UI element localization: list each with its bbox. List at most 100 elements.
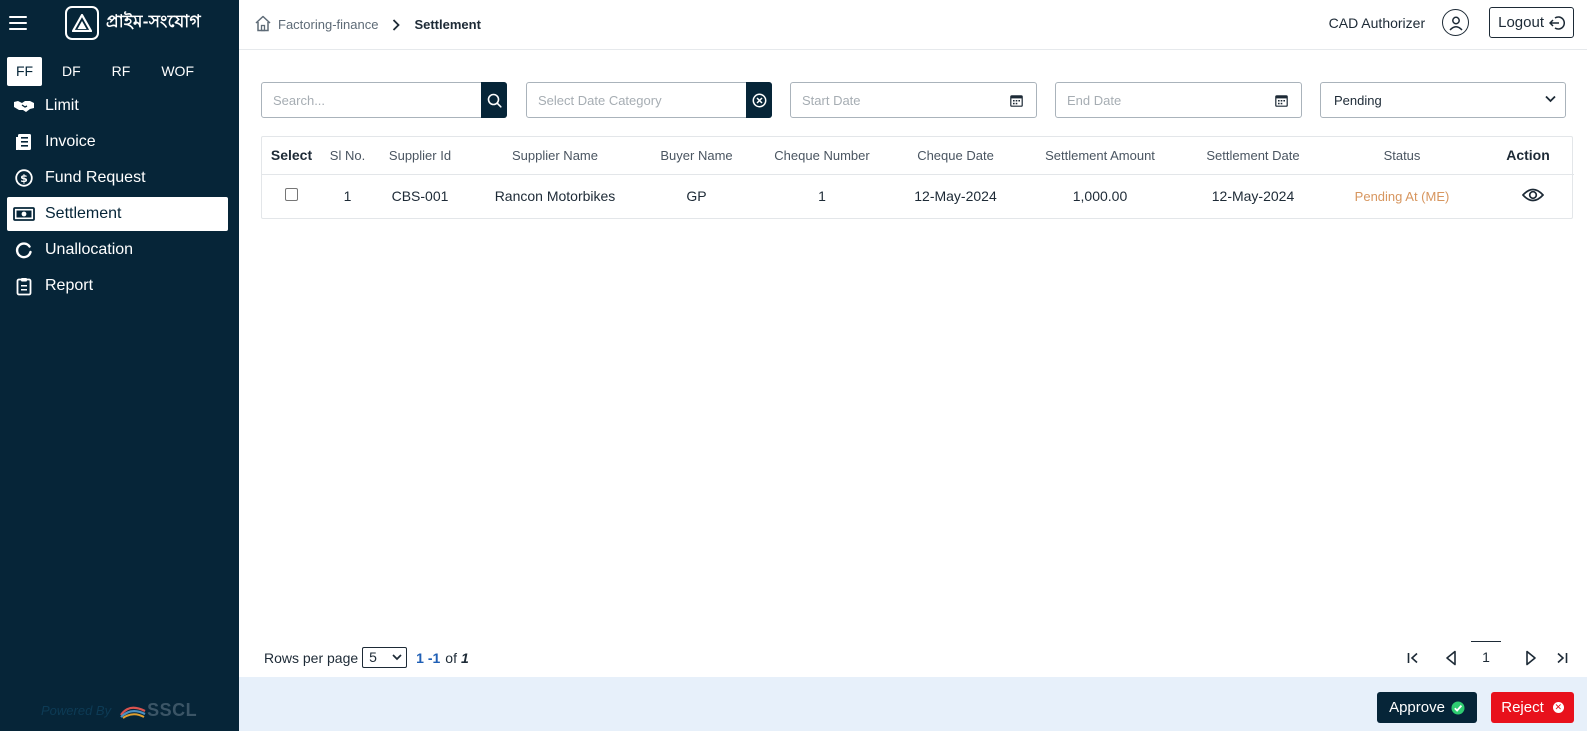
status-badge: Pending At (ME) bbox=[1354, 189, 1450, 205]
banknote-icon bbox=[13, 204, 35, 224]
reject-button[interactable]: Reject ✕ bbox=[1491, 692, 1574, 723]
last-page-icon[interactable] bbox=[1556, 647, 1568, 669]
col-header-cheque-date: Cheque Date bbox=[895, 137, 1016, 175]
next-page-icon[interactable] bbox=[1525, 647, 1537, 669]
col-header-select: Select bbox=[262, 137, 321, 175]
breadcrumb-parent[interactable]: Factoring-finance bbox=[278, 17, 378, 32]
logout-label: Logout bbox=[1498, 14, 1544, 31]
status-select-value: Pending bbox=[1334, 93, 1382, 108]
tab-df[interactable]: DF bbox=[62, 57, 81, 86]
col-header-cheque-number: Cheque Number bbox=[749, 137, 895, 175]
svg-text:$: $ bbox=[20, 172, 28, 185]
powered-by-label: Powered By bbox=[41, 703, 112, 718]
rows-per-page-label: Rows per page bbox=[264, 649, 359, 666]
search-input[interactable] bbox=[262, 83, 482, 117]
sidebar-item-label: Invoice bbox=[45, 133, 96, 150]
col-header-supplier-id: Supplier Id bbox=[374, 137, 466, 175]
tab-ff[interactable]: FF bbox=[7, 57, 42, 86]
circle-arrow-icon bbox=[13, 240, 35, 260]
current-page-number[interactable]: 1 bbox=[1471, 641, 1501, 671]
date-category-input[interactable] bbox=[527, 83, 747, 117]
col-header-settlement-date: Settlement Date bbox=[1184, 137, 1322, 175]
rows-per-page-select[interactable]: 5 bbox=[362, 647, 408, 668]
view-eye-icon[interactable] bbox=[1522, 187, 1544, 203]
page-total: 1 bbox=[460, 649, 469, 666]
settlement-table: Select Sl No. Supplier Id Supplier Name … bbox=[261, 136, 1574, 219]
search-field bbox=[261, 82, 507, 118]
sidebar-item-label: Unallocation bbox=[45, 241, 134, 258]
cell-settlement-amount: 1,000.00 bbox=[1072, 188, 1128, 205]
rows-per-page: Rows per page 5 1 -1 of 1 bbox=[264, 647, 469, 668]
calendar-icon[interactable] bbox=[1275, 94, 1288, 107]
sidebar-item-label: Limit bbox=[45, 97, 79, 114]
logout-button[interactable]: Logout bbox=[1489, 7, 1574, 38]
chevron-down-icon bbox=[1545, 95, 1556, 103]
status-select[interactable]: Pending bbox=[1320, 82, 1566, 118]
calendar-icon[interactable] bbox=[1010, 94, 1023, 107]
col-header-buyer-name: Buyer Name bbox=[644, 137, 749, 175]
header-user-area: CAD Authorizer Logout bbox=[1329, 7, 1574, 38]
row-checkbox[interactable] bbox=[285, 188, 298, 202]
chevron-down-icon bbox=[392, 654, 402, 661]
home-icon[interactable] bbox=[254, 15, 272, 35]
sidebar-item-fund-request[interactable]: $ Fund Request bbox=[7, 161, 228, 195]
logo-mark-icon bbox=[65, 6, 99, 40]
cell-cheque-date: 12-May-2024 bbox=[914, 188, 997, 205]
first-page-icon[interactable] bbox=[1407, 647, 1419, 669]
sidebar-item-settlement[interactable]: Settlement bbox=[7, 197, 228, 231]
sscl-logo-icon bbox=[120, 706, 146, 719]
user-avatar-icon[interactable] bbox=[1442, 9, 1470, 36]
sidebar-item-limit[interactable]: Limit bbox=[7, 89, 228, 123]
top-header: Factoring-finance Settlement CAD Authori… bbox=[239, 0, 1587, 50]
document-list-icon bbox=[13, 132, 35, 152]
prev-page-icon[interactable] bbox=[1445, 647, 1457, 669]
col-header-settlement-amount: Settlement Amount bbox=[1016, 137, 1184, 175]
sscl-logo: SSCL bbox=[119, 700, 197, 721]
cell-settlement-date: 12-May-2024 bbox=[1211, 188, 1295, 205]
approve-button[interactable]: Approve bbox=[1377, 692, 1477, 723]
col-header-supplier-name: Supplier Name bbox=[466, 137, 644, 175]
search-button[interactable] bbox=[481, 82, 507, 118]
user-name: CAD Authorizer bbox=[1328, 14, 1426, 31]
powered-by: Powered By SSCL bbox=[41, 700, 197, 721]
sidebar: প্রাইম-সংযোগ FF DF RF WOF Limit Invoice … bbox=[0, 0, 239, 731]
sidebar-item-invoice[interactable]: Invoice bbox=[7, 125, 228, 159]
filter-bar: Pending bbox=[261, 82, 1573, 118]
chevron-right-icon bbox=[392, 18, 401, 31]
handshake-icon bbox=[13, 96, 35, 116]
rows-per-page-value: 5 bbox=[369, 649, 377, 665]
table-header-row: Select Sl No. Supplier Id Supplier Name … bbox=[262, 137, 1574, 175]
col-header-sl: Sl No. bbox=[321, 137, 374, 175]
close-circle-icon: ✕ bbox=[1552, 702, 1564, 713]
app-logo[interactable]: প্রাইম-সংযোগ bbox=[65, 6, 201, 40]
end-date-field bbox=[1055, 82, 1302, 118]
clear-date-category-button[interactable] bbox=[746, 82, 772, 118]
sidebar-item-unallocation[interactable]: Unallocation bbox=[7, 233, 228, 267]
tab-wof[interactable]: WOF bbox=[161, 57, 194, 86]
cell-cheque-number: 1 bbox=[818, 188, 826, 205]
sscl-brand-text: SSCL bbox=[147, 700, 198, 720]
cell-supplier-name: Rancon Motorbikes bbox=[494, 188, 616, 205]
col-header-status: Status bbox=[1322, 137, 1482, 175]
end-date-input[interactable] bbox=[1056, 83, 1301, 117]
date-category-field bbox=[526, 82, 772, 118]
tab-rf[interactable]: RF bbox=[112, 57, 131, 86]
cell-buyer-name: GP bbox=[686, 188, 707, 205]
sidebar-item-label: Report bbox=[45, 277, 94, 294]
breadcrumb: Factoring-finance Settlement bbox=[254, 15, 481, 35]
sidebar-item-report[interactable]: Report bbox=[7, 269, 228, 303]
col-header-action: Action bbox=[1482, 137, 1574, 175]
cell-supplier-id: CBS-001 bbox=[391, 188, 449, 205]
cell-action bbox=[1482, 174, 1574, 218]
close-circle-icon bbox=[752, 93, 766, 107]
search-icon bbox=[487, 93, 502, 108]
clipboard-icon bbox=[13, 276, 35, 296]
row-select-cell bbox=[262, 174, 321, 218]
reject-label: Reject bbox=[1501, 699, 1544, 716]
hamburger-menu-icon[interactable] bbox=[9, 16, 27, 30]
breadcrumb-current: Settlement bbox=[414, 17, 481, 32]
product-tabs: FF DF RF WOF bbox=[0, 57, 239, 86]
start-date-field bbox=[790, 82, 1037, 118]
start-date-input[interactable] bbox=[791, 83, 1036, 117]
check-circle-icon bbox=[1451, 701, 1465, 714]
